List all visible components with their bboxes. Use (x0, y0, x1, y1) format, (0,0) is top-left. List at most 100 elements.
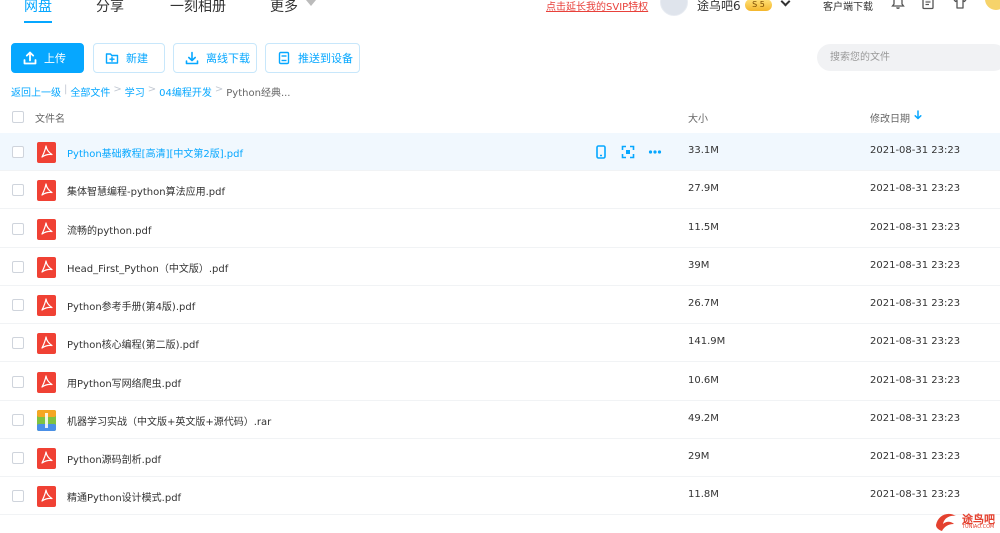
row-checkbox[interactable] (12, 146, 24, 158)
file-name[interactable]: 集体智慧编程-python算法应用.pdf (67, 183, 225, 198)
pdf-file-icon (37, 180, 56, 201)
select-all-checkbox[interactable] (12, 111, 24, 123)
file-date: 2021-08-31 23:23 (870, 183, 961, 194)
row-checkbox[interactable] (12, 223, 24, 235)
watermark-subtext: TUNIAO.COM (962, 524, 995, 530)
pdf-file-icon (37, 333, 56, 354)
tab-netdisk[interactable]: 网盘 (24, 0, 52, 16)
profile-avatar[interactable] (985, 0, 1000, 10)
pdf-file-icon (37, 372, 56, 393)
column-header-name[interactable]: 文件名 (35, 110, 65, 125)
file-size: 29M (688, 451, 710, 462)
avatar[interactable] (660, 0, 688, 16)
tab-more[interactable]: 更多 (270, 0, 298, 16)
file-name[interactable]: 精通Python设计模式.pdf (67, 489, 181, 504)
username[interactable]: 途乌吧6 (697, 0, 741, 14)
search-input[interactable] (817, 44, 1000, 71)
shirt-icon[interactable] (952, 0, 968, 10)
chevron-down-icon[interactable] (780, 0, 791, 7)
top-nav: 网盘 分享 一刻相册 更多 点击延长我的SVIP特权 途乌吧6 S 5 客户端下… (0, 0, 1000, 30)
column-header-size[interactable]: 大小 (688, 110, 708, 125)
file-name[interactable]: Python基础教程[高清][中文第2版].pdf (67, 145, 243, 160)
new-folder-icon (105, 53, 119, 64)
file-size: 27.9M (688, 183, 719, 194)
file-name[interactable]: 用Python写网络爬虫.pdf (67, 375, 181, 390)
row-checkbox[interactable] (12, 261, 24, 273)
phone-icon[interactable] (594, 145, 608, 159)
tab-album[interactable]: 一刻相册 (170, 0, 226, 16)
file-date: 2021-08-31 23:23 (870, 451, 961, 462)
file-size: 33.1M (688, 145, 719, 156)
file-size: 141.9M (688, 336, 726, 347)
chevron-down-icon[interactable] (306, 0, 316, 6)
client-download-link[interactable]: 客户端下载 (823, 0, 873, 13)
file-size: 39M (688, 260, 710, 271)
row-checkbox[interactable] (12, 376, 24, 388)
offline-download-button[interactable]: 离线下载 (173, 43, 257, 73)
file-size: 10.6M (688, 375, 719, 386)
file-date: 2021-08-31 23:23 (870, 375, 961, 386)
breadcrumb-current: Python经典... (226, 88, 291, 99)
file-name[interactable]: Head_First_Python（中文版）.pdf (67, 260, 228, 275)
row-checkbox[interactable] (12, 452, 24, 464)
file-size: 11.8M (688, 489, 719, 500)
row-checkbox[interactable] (12, 490, 24, 502)
row-checkbox[interactable] (12, 299, 24, 311)
pdf-file-icon (37, 142, 56, 163)
file-name[interactable]: Python源码剖析.pdf (67, 451, 161, 466)
table-row[interactable]: Python核心编程(第二版).pdf 141.9M 2021-08-31 23… (0, 324, 1000, 362)
vip-badge: S 5 (745, 0, 772, 11)
table-row[interactable]: 机器学习实战（中文版+英文版+源代码）.rar 49.2M 2021-08-31… (0, 401, 1000, 439)
file-size: 11.5M (688, 222, 719, 233)
breadcrumb: 返回上一级 | 全部文件 > 学习 > 04编程开发 > Python经典... (11, 84, 291, 99)
file-name[interactable]: Python核心编程(第二版).pdf (67, 336, 199, 351)
push-to-device-button[interactable]: 推送到设备 (265, 43, 360, 73)
file-date: 2021-08-31 23:23 (870, 222, 961, 233)
more-icon[interactable] (648, 145, 662, 159)
table-row[interactable]: 集体智慧编程-python算法应用.pdf 27.9M 2021-08-31 2… (0, 171, 1000, 209)
file-name[interactable]: 流畅的python.pdf (67, 222, 151, 237)
share-icon[interactable] (621, 145, 635, 159)
pdf-file-icon (37, 295, 56, 316)
bell-icon[interactable] (890, 0, 906, 10)
breadcrumb-item[interactable]: 全部文件 (70, 84, 110, 99)
sort-down-icon[interactable] (914, 110, 922, 120)
pdf-file-icon (37, 219, 56, 240)
file-name[interactable]: Python参考手册(第4版).pdf (67, 298, 195, 313)
document-icon[interactable] (920, 0, 936, 10)
new-label: 新建 (126, 52, 148, 65)
file-date: 2021-08-31 23:23 (870, 336, 961, 347)
row-checkbox[interactable] (12, 414, 24, 426)
file-date: 2021-08-31 23:23 (870, 413, 961, 424)
pdf-file-icon (37, 257, 56, 278)
table-row[interactable]: 流畅的python.pdf 11.5M 2021-08-31 23:23 (0, 210, 1000, 248)
pdf-file-icon (37, 448, 56, 469)
row-checkbox[interactable] (12, 184, 24, 196)
table-row[interactable]: Python参考手册(第4版).pdf 26.7M 2021-08-31 23:… (0, 286, 1000, 324)
device-icon (278, 51, 290, 65)
pdf-file-icon (37, 486, 56, 507)
breadcrumb-item[interactable]: 04编程开发 (159, 84, 212, 99)
table-row[interactable]: Head_First_Python（中文版）.pdf 39M 2021-08-3… (0, 248, 1000, 286)
column-header-date[interactable]: 修改日期 (870, 110, 910, 125)
file-name[interactable]: 机器学习实战（中文版+英文版+源代码）.rar (67, 413, 271, 428)
table-row[interactable]: Python基础教程[高清][中文第2版].pdf 33.1M 2021-08-… (0, 133, 1000, 171)
table-row[interactable]: 用Python写网络爬虫.pdf 10.6M 2021-08-31 23:23 (0, 363, 1000, 401)
breadcrumb-item[interactable]: 学习 (125, 84, 145, 99)
download-icon (185, 51, 199, 65)
active-tab-indicator (24, 21, 52, 23)
breadcrumb-back[interactable]: 返回上一级 (11, 84, 61, 99)
svip-renew-link[interactable]: 点击延长我的SVIP特权 (546, 0, 648, 13)
table-row[interactable]: Python源码剖析.pdf 29M 2021-08-31 23:23 (0, 439, 1000, 477)
tab-share[interactable]: 分享 (96, 0, 124, 16)
row-checkbox[interactable] (12, 337, 24, 349)
file-size: 26.7M (688, 298, 719, 309)
upload-icon (23, 51, 37, 65)
file-date: 2021-08-31 23:23 (870, 489, 961, 500)
upload-label: 上传 (44, 52, 66, 65)
table-header: 文件名 大小 修改日期 (0, 100, 1000, 132)
upload-button[interactable]: 上传 (11, 43, 84, 73)
new-folder-button[interactable]: 新建 (93, 43, 165, 73)
file-date: 2021-08-31 23:23 (870, 260, 961, 271)
table-row[interactable]: 精通Python设计模式.pdf 11.8M 2021-08-31 23:23 (0, 477, 1000, 515)
